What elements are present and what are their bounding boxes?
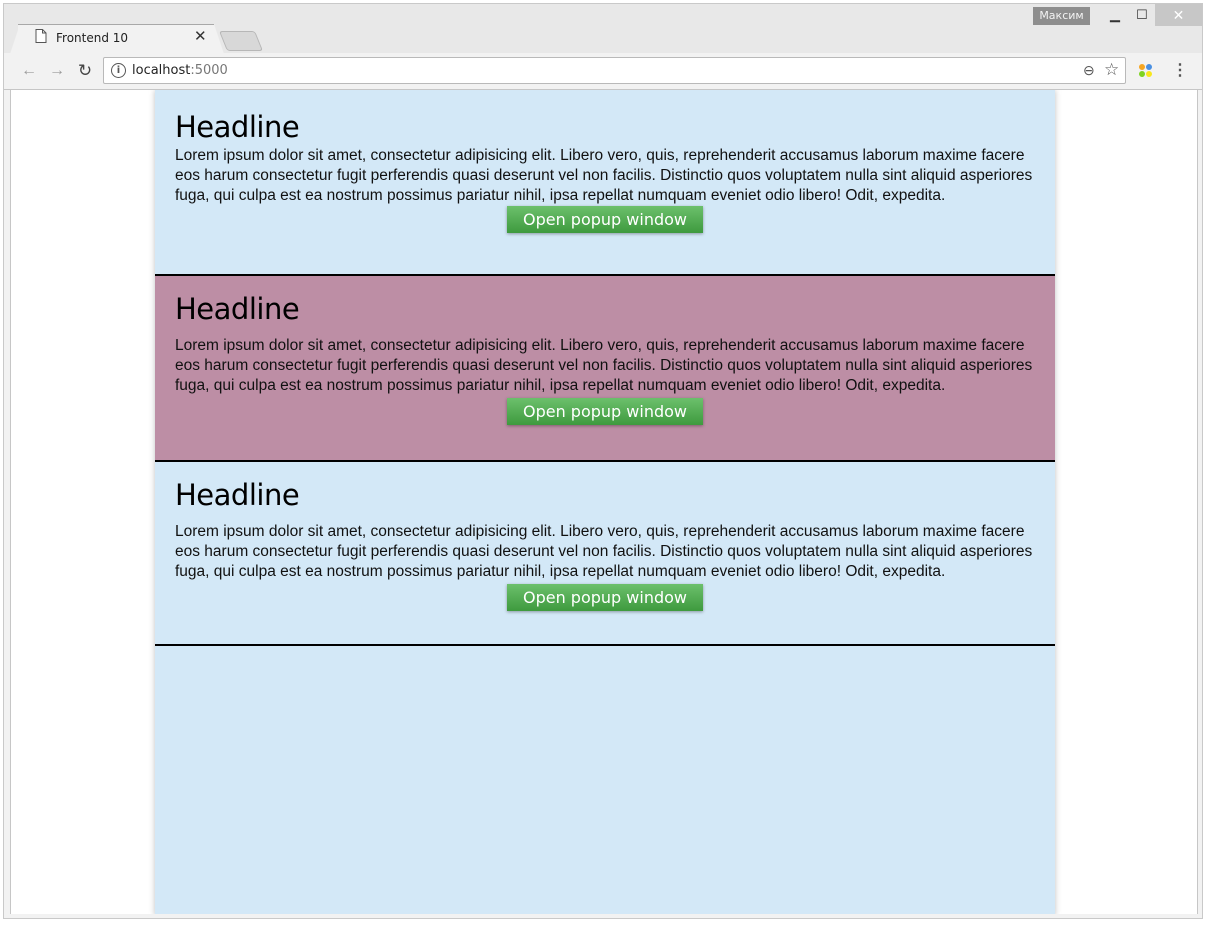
open-popup-button[interactable]: Open popup window [507, 584, 703, 611]
star-icon[interactable]: ☆ [1104, 60, 1119, 80]
zoom-icon[interactable]: ⊖ [1083, 62, 1095, 79]
card-body: Lorem ipsum dolor sit amet, consectetur … [175, 523, 1033, 580]
title-bar: Frontend 10 ✕ Максим ▁ ☐ ✕ [4, 4, 1202, 55]
card-2: Headline Lorem ipsum dolor sit amet, con… [155, 276, 1055, 462]
card-headline: Headline [175, 292, 300, 326]
extension-icon[interactable] [1137, 62, 1155, 80]
minimize-icon[interactable]: ▁ [1101, 4, 1129, 26]
browser-toolbar: ← → ↻ i localhost:5000 ⊖ ☆ ⋮ [4, 53, 1202, 90]
url-port: :5000 [190, 63, 228, 78]
card-headline: Headline [175, 110, 300, 144]
url-host: localhost [132, 63, 191, 78]
browser-window: Frontend 10 ✕ Максим ▁ ☐ ✕ ← → ↻ i local… [3, 3, 1203, 919]
card-1: Headline Lorem ipsum dolor sit amet, con… [155, 90, 1055, 276]
open-popup-button[interactable]: Open popup window [507, 206, 703, 233]
card-body: Lorem ipsum dolor sit amet, consectetur … [175, 337, 1033, 394]
content-container: Headline Lorem ipsum dolor sit amet, con… [155, 90, 1055, 914]
url-text[interactable]: localhost:5000 [132, 63, 228, 78]
window-close-icon[interactable]: ✕ [1155, 4, 1202, 26]
tab-title: Frontend 10 [56, 31, 129, 45]
new-tab-button[interactable] [218, 31, 264, 51]
page-icon [35, 29, 47, 43]
open-popup-button[interactable]: Open popup window [507, 398, 703, 425]
close-icon[interactable]: ✕ [194, 29, 207, 45]
card-3: Headline Lorem ipsum dolor sit amet, con… [155, 462, 1055, 646]
card-body: Lorem ipsum dolor sit amet, consectetur … [175, 147, 1033, 204]
page-viewport: Headline Lorem ipsum dolor sit amet, con… [10, 90, 1198, 914]
info-icon[interactable]: i [111, 63, 126, 78]
menu-icon[interactable]: ⋮ [1172, 61, 1188, 81]
address-bar[interactable]: i localhost:5000 ⊖ ☆ [103, 57, 1126, 84]
back-arrow-icon[interactable]: ← [19, 61, 39, 81]
maximize-icon[interactable]: ☐ [1128, 4, 1156, 26]
card-headline: Headline [175, 478, 300, 512]
profile-button[interactable]: Максим [1033, 7, 1090, 25]
reload-icon[interactable]: ↻ [75, 61, 95, 81]
forward-arrow-icon[interactable]: → [47, 61, 67, 81]
